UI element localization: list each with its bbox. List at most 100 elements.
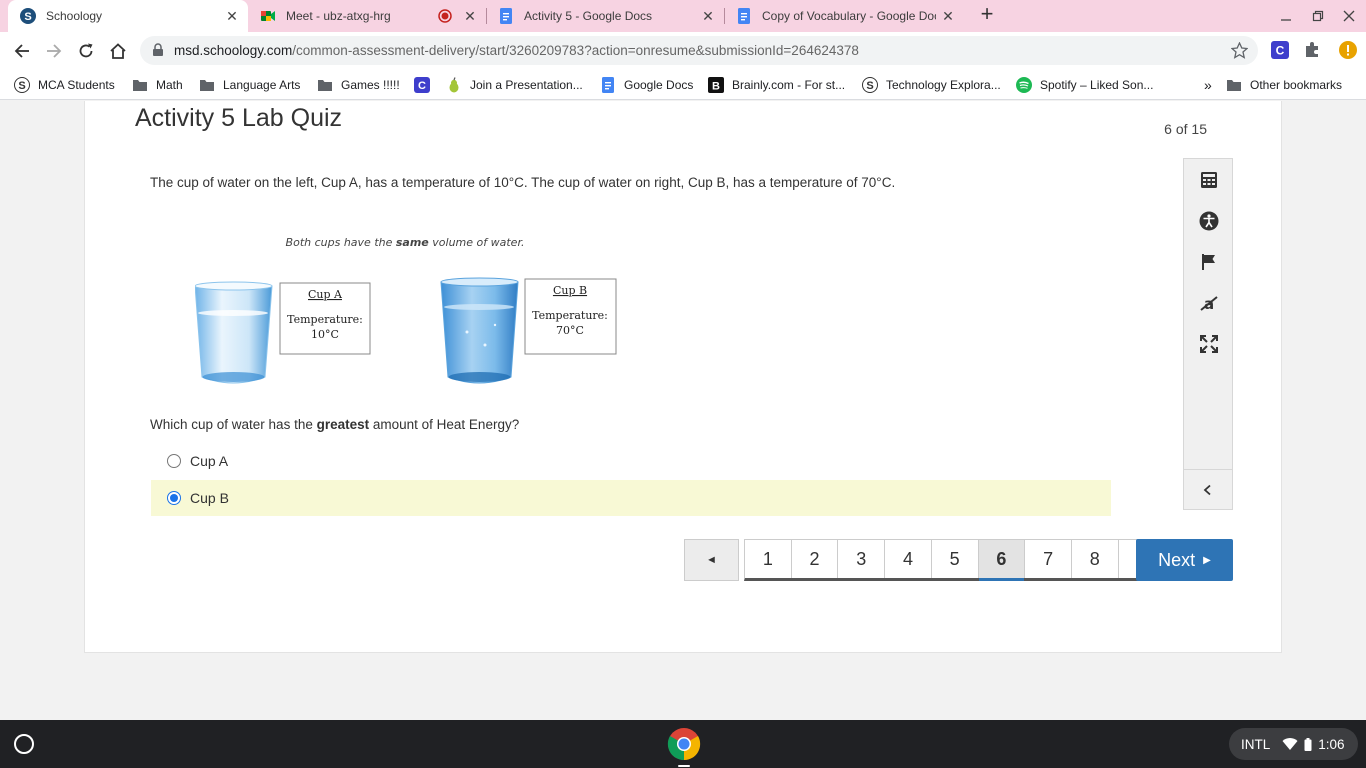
launcher-icon[interactable] [14, 734, 34, 754]
cup-a-glass [195, 281, 273, 384]
bookmark-brainly[interactable]: B Brainly.com - For st... [708, 76, 845, 94]
bookmark-label: Math [156, 78, 183, 92]
svg-text:B: B [712, 81, 720, 93]
address-bar[interactable]: msd.schoology.com/common-assessment-deli… [140, 36, 1258, 65]
page-number-7[interactable]: 7 [1025, 540, 1072, 578]
tab-meet[interactable]: Meet - ubz-atxg-hrg ✕ [248, 0, 486, 32]
bookmark-label: Google Docs [624, 78, 694, 92]
calculator-icon[interactable] [1198, 169, 1220, 191]
active-app-indicator [678, 765, 690, 767]
fullscreen-icon[interactable] [1198, 333, 1220, 355]
page-number-8[interactable]: 8 [1072, 540, 1119, 578]
recording-icon [438, 9, 452, 23]
extensions-puzzle-icon[interactable] [1303, 41, 1321, 59]
flag-icon[interactable] [1198, 251, 1220, 273]
bookmark-c-app[interactable]: C [414, 76, 438, 94]
page-number-4[interactable]: 4 [885, 540, 932, 578]
forward-icon[interactable] [42, 39, 66, 63]
folder-icon [317, 77, 333, 93]
bookmark-google-docs[interactable]: Google Docs [600, 76, 693, 94]
radio-button-selected[interactable] [167, 491, 181, 505]
cups-figure: Both cups have the same volume of water.… [195, 227, 645, 387]
google-docs-icon [600, 77, 616, 93]
tab-title: Copy of Vocabulary - Google Doc [762, 9, 936, 23]
bookmark-label: Language Arts [223, 78, 301, 92]
other-bookmarks-folder[interactable]: Other bookmarks [1226, 76, 1342, 94]
page-number-1[interactable]: 1 [745, 540, 792, 578]
wifi-icon [1282, 737, 1298, 751]
google-docs-icon [736, 8, 752, 24]
page-content: Activity 5 Lab Quiz 6 of 15 The cup of w… [0, 101, 1366, 720]
bookmark-label: Other bookmarks [1250, 78, 1343, 92]
radio-button[interactable] [167, 454, 181, 468]
more-bookmarks-button[interactable]: » [1204, 76, 1212, 94]
svg-text:S: S [866, 80, 873, 92]
home-icon[interactable] [106, 39, 130, 63]
bookmark-label: Technology Explora... [886, 78, 1001, 92]
page-number-2[interactable]: 2 [792, 540, 839, 578]
bookmark-join-presentation[interactable]: Join a Presentation... [446, 76, 583, 94]
bookmark-folder-math[interactable]: Math [132, 76, 183, 94]
restore-icon[interactable] [1307, 6, 1329, 26]
bookmark-label: Spotify – Liked Son... [1040, 78, 1154, 92]
profile-alert-icon[interactable] [1339, 41, 1357, 59]
figure-caption-bold: same [396, 236, 429, 249]
new-tab-button[interactable]: + [976, 3, 998, 26]
next-button[interactable]: Next ▶ [1136, 539, 1233, 581]
accessibility-icon[interactable] [1198, 210, 1220, 232]
close-window-icon[interactable] [1338, 6, 1360, 26]
reload-icon[interactable] [74, 39, 98, 63]
bookmark-label: Join a Presentation... [470, 78, 583, 92]
tab-activity-5[interactable]: Activity 5 - Google Docs ✕ [486, 0, 724, 32]
lock-icon[interactable] [152, 43, 164, 57]
answer-option-cup-a[interactable]: Cup A [151, 443, 1111, 479]
svg-text:S: S [18, 80, 25, 92]
cup-b-temp: 70°C [556, 324, 584, 337]
previous-page-button[interactable]: ◄ [684, 539, 739, 581]
ime-indicator: INTL [1241, 736, 1271, 752]
minimize-icon[interactable] [1275, 6, 1297, 26]
bookmark-label: MCA Students [38, 78, 115, 92]
close-tab-icon[interactable]: ✕ [462, 8, 478, 24]
tab-schoology[interactable]: S Schoology ✕ [8, 0, 248, 32]
question-counter: 6 of 15 [1164, 121, 1207, 137]
bookmark-star-icon[interactable] [1231, 42, 1248, 59]
status-tray[interactable]: INTL 1:06 [1229, 728, 1358, 760]
bookmark-folder-games[interactable]: Games !!!!! [317, 76, 400, 94]
back-icon[interactable] [10, 39, 34, 63]
play-arrow-icon: ▶ [1203, 554, 1211, 566]
page-number-6-current[interactable]: 6 [978, 540, 1026, 581]
collapse-tools-button[interactable] [1184, 469, 1232, 509]
tab-strip: S Schoology ✕ Meet - ubz-atxg-hrg ✕ Acti… [0, 0, 1366, 32]
next-label: Next [1158, 549, 1196, 570]
c-extension-icon[interactable]: C [1271, 41, 1289, 59]
clock-time: 1:06 [1318, 736, 1345, 752]
bookmark-spotify[interactable]: Spotify – Liked Son... [1016, 76, 1153, 94]
schoology-s-icon: S [14, 77, 30, 93]
tab-vocabulary[interactable]: Copy of Vocabulary - Google Doc ✕ [724, 0, 964, 32]
quiz-card: Activity 5 Lab Quiz 6 of 15 The cup of w… [84, 101, 1282, 653]
pear-icon [446, 77, 462, 93]
bookmark-folder-language-arts[interactable]: Language Arts [199, 76, 300, 94]
tab-title: Meet - ubz-atxg-hrg [286, 9, 391, 23]
schoology-s-icon: S [862, 77, 878, 93]
bookmark-technology-exploration[interactable]: S Technology Explora... [862, 76, 1001, 94]
eliminate-choice-icon[interactable]: a [1198, 292, 1220, 314]
bookmark-mca-students[interactable]: S MCA Students [14, 76, 115, 94]
question-bold: greatest [316, 417, 370, 432]
cup-a-name: Cup A [308, 288, 343, 301]
cup-a-temp-label: Temperature: [287, 313, 363, 326]
close-tab-icon[interactable]: ✕ [700, 8, 716, 24]
answer-option-cup-b[interactable]: Cup B [151, 480, 1111, 516]
page-number-5[interactable]: 5 [932, 540, 979, 578]
question-post: amount of Heat Energy? [369, 417, 520, 432]
svg-text:C: C [418, 80, 426, 92]
figure-caption-post: volume of water. [429, 236, 525, 249]
svg-text:C: C [1276, 44, 1285, 58]
battery-icon [1304, 737, 1312, 751]
close-tab-icon[interactable]: ✕ [940, 8, 956, 24]
page-number-3[interactable]: 3 [838, 540, 886, 578]
cup-b-glass [440, 277, 519, 384]
chrome-app-icon[interactable] [667, 727, 701, 761]
close-tab-icon[interactable]: ✕ [224, 8, 240, 24]
